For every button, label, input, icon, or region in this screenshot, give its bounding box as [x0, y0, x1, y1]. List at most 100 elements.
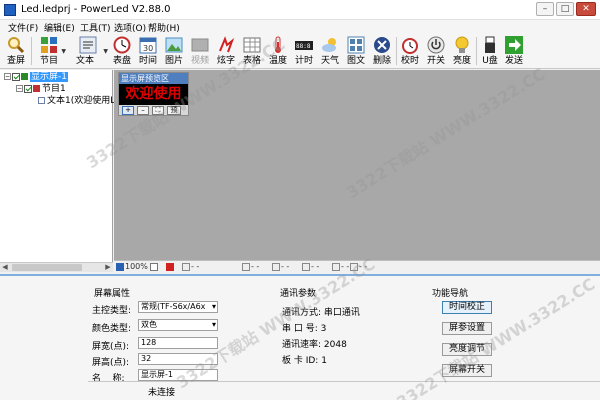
zoom-stepper[interactable] — [150, 262, 159, 272]
tree-horizontal-scrollbar[interactable]: ◀ ▶ — [0, 262, 113, 272]
tree-node-screen[interactable]: − 显示屏-1 — [4, 72, 68, 83]
scrollbar-thumb[interactable] — [12, 264, 82, 271]
toolbar-image-text-button[interactable]: 图文 — [344, 35, 368, 67]
toolbar-table-button[interactable]: 表格 — [240, 35, 264, 67]
toolbar-weather-label: 天气 — [320, 56, 339, 66]
toolbar-fancy-text-button[interactable]: 炫字 — [214, 35, 238, 67]
offset-x: - - — [332, 262, 349, 272]
toolbar-send-label: 发送 — [504, 56, 523, 66]
svg-text:30: 30 — [143, 44, 153, 53]
toolbar-time-label: 时间 — [138, 56, 157, 66]
connection-status: 未连接 — [148, 388, 176, 398]
offset-y-value: - - — [359, 262, 368, 271]
comm-baud: 通讯速率: 2048 — [282, 340, 347, 350]
toolbar-image-label: 图片 — [164, 56, 183, 66]
title-bar: Led.ledprj - PowerLed V2.88.0 – □ ✕ — [0, 0, 600, 20]
toolbar-check-screen-button[interactable]: 查屏 — [2, 35, 30, 67]
toolbar-power-button[interactable]: 开关 — [424, 35, 448, 67]
screen-params-button[interactable]: 屏参设置 — [442, 322, 492, 335]
fit-screen-button[interactable]: ⛶ — [152, 106, 164, 115]
zoom-in-button[interactable]: + — [122, 106, 134, 115]
toolbar-dial-button[interactable]: 表盘 — [110, 35, 134, 67]
stop-button[interactable] — [166, 262, 175, 272]
alarm-clock-icon — [401, 36, 419, 54]
comm-params-title: 通讯参数 — [280, 289, 317, 299]
toolbar-timer-button[interactable]: 88:8 计时 — [292, 35, 316, 67]
toolbar-brightness-button[interactable]: 亮度 — [450, 35, 474, 67]
chevron-down-icon: ▼ — [61, 48, 66, 55]
toolbar-video-label: 视频 — [190, 56, 209, 66]
toolbar-program-button[interactable]: ▼ 节目 — [34, 35, 66, 67]
checkbox-icon[interactable] — [12, 72, 20, 81]
color-type-select[interactable]: 双色 — [138, 319, 218, 331]
stop-icon — [166, 262, 174, 271]
toolbar-text-button[interactable]: ▼ 文本 — [70, 35, 108, 67]
chevron-down-icon: ▼ — [103, 48, 108, 55]
screen-name-input[interactable]: 显示屏-1 — [138, 369, 218, 381]
menu-bar: 文件(F) 编辑(E) 工具(T) 选项(O) 帮助(H) — [0, 20, 600, 34]
controller-type-select[interactable]: 常规(TF-S6x/A6x — [138, 301, 218, 313]
toolbar-weather-button[interactable]: 天气 — [318, 35, 342, 67]
screen-width-input[interactable]: 128 — [138, 337, 218, 349]
screen-height-input[interactable]: 32 — [138, 353, 218, 365]
comm-mode: 通讯方式: 串口通讯 — [282, 308, 360, 318]
color-type-label: 颜色类型: — [92, 324, 132, 334]
tree-node-program[interactable]: − 节目1 — [16, 84, 66, 95]
time-correction-button[interactable]: 时间校正 — [442, 301, 492, 314]
controller-type-label: 主控类型: — [92, 306, 132, 316]
toolbar-temperature-label: 温度 — [268, 56, 287, 66]
screen-icon — [21, 73, 28, 80]
collapse-icon[interactable]: − — [16, 85, 23, 92]
power-icon — [427, 36, 445, 54]
program-icon — [33, 85, 40, 92]
text-icon — [38, 97, 45, 104]
checkbox-icon[interactable] — [24, 84, 32, 93]
calendar-icon: 30 — [139, 36, 157, 54]
toolbar-usb-button[interactable]: U盘 — [478, 35, 502, 67]
comm-port: 串 口 号: 3 — [282, 324, 327, 334]
toolbar-delete-button[interactable]: 删除 — [370, 35, 394, 67]
tree-node-program-label: 节目1 — [42, 84, 66, 94]
scroll-left-icon[interactable]: ◀ — [0, 263, 10, 272]
clock-dial-icon — [113, 36, 131, 54]
toolbar-image-text-label: 图文 — [346, 56, 365, 66]
toolbar-brightness-label: 亮度 — [452, 56, 471, 66]
zoom-out-button[interactable]: – — [137, 106, 149, 115]
minimize-button[interactable]: – — [536, 2, 554, 16]
toolbar: 查屏 ▼ 节目 ▼ 文本 表盘 30 时间 图片 视频 炫字 表格 温度 88:… — [0, 33, 600, 69]
toolbar-usb-label: U盘 — [482, 56, 498, 66]
close-button[interactable]: ✕ — [576, 2, 596, 16]
thermometer-icon — [269, 36, 287, 54]
toolbar-sync-time-button[interactable]: 校时 — [398, 35, 422, 67]
toolbar-temperature-button[interactable]: 温度 — [266, 35, 290, 67]
brightness-adjust-button[interactable]: 亮度调节 — [442, 343, 492, 356]
preview-button[interactable]: 预 — [167, 106, 181, 115]
scroll-right-icon[interactable]: ▶ — [103, 263, 113, 272]
toolbar-table-label: 表格 — [242, 56, 261, 66]
screen-props-title: 屏幕属性 — [94, 289, 131, 299]
table-icon — [243, 36, 261, 54]
card-id: 板 卡 ID: 1 — [282, 356, 327, 366]
offset-x-value: - - — [341, 262, 350, 271]
zoom-control[interactable]: 100% — [116, 262, 148, 272]
screen-switch-button[interactable]: 屏幕开关 — [442, 364, 492, 377]
toolbar-time-button[interactable]: 30 时间 — [136, 35, 160, 67]
toolbar-image-button[interactable]: 图片 — [162, 35, 186, 67]
toolbar-check-screen-label: 查屏 — [6, 56, 25, 66]
program-tree: − 显示屏-1 − 节目1 文本1(欢迎使用LED ◀ ▶ — [0, 70, 128, 272]
weather-icon — [321, 36, 339, 54]
screen-preview-window[interactable]: 显示屏预览区 欢迎使用 + – ⛶ 预 — [118, 72, 189, 116]
position-x: - - — [182, 262, 199, 272]
toolbar-timer-label: 计时 — [294, 56, 313, 66]
maximize-button[interactable]: □ — [556, 2, 574, 16]
collapse-icon[interactable]: − — [4, 73, 11, 80]
toolbar-video-button[interactable]: 视频 — [188, 35, 212, 67]
toolbar-text-label: 文本 — [76, 56, 95, 66]
size-height-value: - - — [311, 262, 320, 271]
screen-canvas[interactable]: 显示屏预览区 欢迎使用 + – ⛶ 预 — [114, 70, 600, 260]
toolbar-send-button[interactable]: 发送 — [502, 35, 526, 67]
toolbar-power-label: 开关 — [426, 56, 445, 66]
toolbar-separator — [31, 37, 32, 65]
toolbar-dial-label: 表盘 — [112, 56, 131, 66]
preview-title: 显示屏预览区 — [119, 73, 188, 84]
